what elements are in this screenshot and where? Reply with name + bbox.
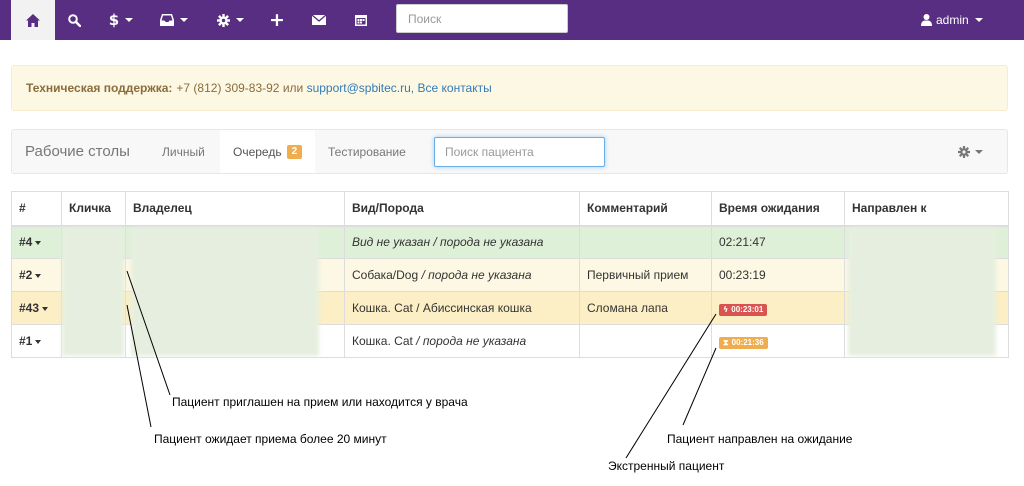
inbox-icon bbox=[160, 14, 174, 26]
annotation-directed: Пациент направлен на ожидание bbox=[667, 432, 853, 446]
column-header[interactable]: Комментарий bbox=[579, 191, 712, 227]
username: admin bbox=[936, 13, 969, 27]
row-number-menu[interactable]: #1 bbox=[11, 324, 62, 358]
row-number-menu[interactable]: #4 bbox=[11, 225, 62, 259]
user-menu[interactable]: admin bbox=[921, 0, 983, 40]
support-alert: Техническая поддержка: +7 (812) 309-83-9… bbox=[11, 65, 1008, 111]
bolt-icon: ϟ bbox=[723, 304, 729, 314]
chevron-down-icon bbox=[35, 241, 42, 246]
envelope-icon bbox=[312, 15, 326, 25]
tab-queue[interactable]: Очередь 2 bbox=[220, 130, 316, 173]
species: Кошка. Cat / Абиссинская кошка bbox=[352, 301, 532, 315]
settings-menu[interactable] bbox=[206, 0, 254, 40]
species-cell: Собака/Dog / порода не указана bbox=[344, 258, 580, 292]
species-note: / порода не указана bbox=[412, 334, 527, 348]
wait-time: 00:23:19 bbox=[711, 258, 845, 292]
support-phone: +7 (812) 309-83-92 или bbox=[176, 81, 304, 95]
species-note: / порода не указана bbox=[418, 268, 532, 282]
wait-time-cell: ϟ 00:23:01 bbox=[711, 291, 845, 325]
column-header[interactable]: Вид/Порода bbox=[344, 191, 580, 227]
row-number: #1 bbox=[19, 334, 33, 348]
row-number: #2 bbox=[19, 268, 33, 282]
finance-menu[interactable]: $ bbox=[97, 0, 145, 40]
calendar-button[interactable] bbox=[346, 0, 376, 40]
emergency-wait-badge: ϟ 00:23:01 bbox=[719, 303, 768, 316]
species-cell: Кошка. Cat / Абиссинская кошка bbox=[344, 291, 580, 325]
search-button[interactable] bbox=[55, 0, 93, 40]
annotation-invited: Пациент приглашен на прием или находится… bbox=[172, 395, 468, 409]
chevron-down-icon bbox=[35, 339, 42, 344]
inbox-menu[interactable] bbox=[150, 0, 198, 40]
top-navbar: $ + admin bbox=[0, 0, 1024, 40]
home-button[interactable] bbox=[11, 0, 55, 40]
comment-cell: Первичный прием bbox=[579, 258, 712, 292]
row-number-menu[interactable]: #43 bbox=[11, 291, 62, 325]
redacted-owners bbox=[131, 228, 319, 356]
tab-testing[interactable]: Тестирование bbox=[315, 130, 419, 173]
messages-button[interactable] bbox=[304, 0, 334, 40]
workspace-brand[interactable]: Рабочие столы bbox=[25, 130, 130, 173]
row-number: #43 bbox=[19, 301, 40, 315]
annotation-waiting: Пациент ожидает приема более 20 минут bbox=[154, 432, 387, 446]
chevron-down-icon bbox=[35, 273, 42, 278]
user-icon bbox=[921, 14, 932, 26]
hourglass-icon: ⧗ bbox=[723, 337, 729, 347]
add-button[interactable]: + bbox=[262, 0, 292, 40]
tab-personal[interactable]: Личный bbox=[149, 130, 218, 173]
gear-icon bbox=[216, 13, 230, 27]
species: Собака/Dog bbox=[352, 268, 419, 282]
species-cell: Кошка. Cat / порода не указана bbox=[344, 324, 580, 358]
queue-count-badge: 2 bbox=[286, 144, 303, 159]
workspace-settings-menu[interactable] bbox=[958, 130, 983, 173]
wait-time-cell: ⧗ 00:21:36 bbox=[711, 324, 845, 358]
chevron-down-icon bbox=[974, 18, 983, 22]
tab-label: Очередь bbox=[233, 144, 282, 159]
all-contacts-link[interactable]: Все контакты bbox=[418, 81, 492, 95]
wait-badge-time: 00:21:36 bbox=[731, 337, 764, 347]
column-header[interactable]: Кличка bbox=[61, 191, 126, 227]
chevron-down-icon bbox=[42, 306, 49, 311]
workspace-navbar: Рабочие столы Личный Очередь 2 Тестирован… bbox=[11, 129, 1008, 174]
gear-icon bbox=[958, 145, 970, 158]
row-number: #4 bbox=[19, 235, 33, 250]
chevron-down-icon bbox=[975, 149, 983, 154]
comment-cell: Сломана лапа bbox=[579, 291, 712, 325]
column-header[interactable]: Время ожидания bbox=[711, 191, 845, 227]
tab-label: Личный bbox=[162, 144, 205, 159]
dollar-icon: $ bbox=[108, 11, 120, 29]
row-number-menu[interactable]: #2 bbox=[11, 258, 62, 292]
redacted-pet-names bbox=[62, 228, 124, 356]
species-note: Вид не указан / порода не указана bbox=[352, 235, 544, 250]
support-email-link[interactable]: support@spbitec.ru, bbox=[307, 81, 415, 95]
support-label: Техническая поддержка: bbox=[26, 81, 173, 95]
plus-icon: + bbox=[269, 8, 285, 31]
wait-badge-time: 00:23:01 bbox=[731, 304, 764, 314]
home-icon bbox=[26, 13, 40, 27]
column-header[interactable]: Направлен к bbox=[844, 191, 1009, 227]
calendar-icon bbox=[355, 15, 367, 26]
chevron-down-icon bbox=[180, 18, 188, 22]
species-cell: Вид не указан / порода не указана bbox=[344, 225, 580, 259]
wait-time: 02:21:47 bbox=[711, 225, 845, 259]
global-search-input[interactable] bbox=[396, 4, 568, 33]
chevron-down-icon bbox=[125, 18, 134, 22]
waiting-badge: ⧗ 00:21:36 bbox=[719, 336, 768, 349]
column-header[interactable]: # bbox=[11, 191, 62, 227]
search-icon bbox=[67, 13, 81, 27]
chevron-down-icon bbox=[235, 18, 244, 22]
annotation-emergency: Экстренный пациент bbox=[608, 459, 725, 473]
table-header-row: # Кличка Владелец Вид/Порода Комментарий… bbox=[11, 191, 1009, 227]
redacted-directed-to bbox=[848, 228, 996, 356]
patient-search-input[interactable] bbox=[434, 137, 605, 167]
comment-cell bbox=[579, 324, 712, 358]
comment-cell bbox=[579, 225, 712, 259]
species: Кошка. Cat bbox=[352, 334, 413, 348]
tab-label: Тестирование bbox=[328, 144, 406, 159]
column-header[interactable]: Владелец bbox=[125, 191, 345, 227]
